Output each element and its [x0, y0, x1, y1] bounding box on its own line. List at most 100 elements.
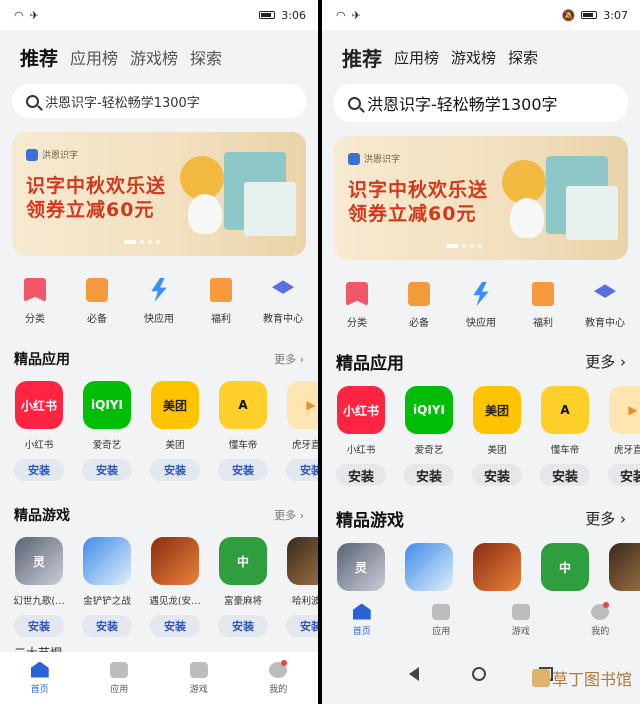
search-input[interactable] [45, 93, 285, 109]
install-button[interactable]: 安装 [218, 459, 268, 481]
quick-essential[interactable]: 必备 [67, 278, 127, 325]
xiaohongshu-icon: 小红书 [15, 381, 63, 429]
promo-banner[interactable]: 洪恩识字 识字中秋欢乐送 领券立减60元 [334, 136, 628, 260]
search-icon [26, 94, 39, 108]
app-card[interactable]: 美团 美团 安装 [472, 386, 522, 486]
tab-recommend[interactable]: 推荐 [20, 44, 58, 71]
gamepad-icon [189, 661, 208, 678]
install-button[interactable]: 安装 [286, 615, 318, 637]
more-link[interactable]: 更多 › [274, 351, 304, 367]
section-title: 精品应用 [336, 354, 404, 374]
tab-game-chart[interactable]: 游戏榜 [130, 45, 178, 69]
quick-category[interactable]: 分类 [327, 282, 387, 329]
app-card[interactable]: A 懂车帝 安装 [540, 386, 590, 486]
install-button[interactable]: 安装 [150, 459, 200, 481]
wifi-icon: ◠ [336, 8, 346, 22]
install-button[interactable]: 安装 [150, 615, 200, 637]
game-card[interactable]: 遇见龙(安… 安装 [149, 537, 201, 637]
watermark-logo-icon [531, 669, 550, 687]
nav-apps[interactable]: 应用 [110, 661, 129, 695]
app-card[interactable]: A 懂车帝 安装 [218, 381, 268, 481]
tab-game-chart[interactable]: 游戏榜 [451, 47, 496, 68]
game-card[interactable]: 中富豪麻将 安装 [218, 537, 268, 637]
tab-app-chart[interactable]: 应用榜 [70, 45, 118, 69]
status-bar: ◠ ✈ 3:06 [0, 0, 318, 30]
apps-row: 小红书小红书安装 iQIYI爱奇艺安装 美团美团安装 A懂车帝安装 ▶虎牙直播安… [322, 386, 640, 486]
game-card[interactable]: 灵幻世九歌(… 安装 [13, 537, 65, 637]
games-section-header: 精品游戏 更多 › [0, 505, 318, 525]
install-button[interactable]: 安装 [218, 615, 268, 637]
app-card[interactable]: 美团 美团 安装 [150, 381, 200, 481]
install-button[interactable]: 安装 [540, 464, 590, 486]
mahjong-icon: 中 [219, 537, 267, 585]
quick-welfare[interactable]: 福利 [191, 278, 251, 325]
app-card[interactable]: ▶虎牙直播安装 [608, 386, 640, 486]
quick-fastapp[interactable]: 快应用 [129, 278, 189, 325]
install-button[interactable]: 安装 [404, 464, 454, 486]
search-input[interactable] [367, 93, 607, 113]
graduation-cap-icon [272, 280, 294, 294]
quick-entries: 分类 必备 快应用 福利 教育中心 [0, 278, 318, 325]
gift-icon [532, 282, 554, 306]
install-button[interactable]: 安装 [336, 464, 386, 486]
more-link[interactable]: 更多 › [585, 351, 626, 372]
bag-icon [408, 282, 430, 306]
game-icon [287, 537, 318, 585]
right-screenshot: ◠ ✈ 🔕 3:07 推荐 应用榜 游戏榜 探索 洪恩识字 识字中秋欢乐送领券立减6… [322, 0, 640, 704]
battery-icon [581, 11, 598, 19]
promo-banner[interactable]: 洪恩识字 识字中秋欢乐送 领券立减60元 [12, 132, 306, 256]
install-button[interactable]: 安装 [82, 615, 132, 637]
bag-icon [432, 603, 451, 620]
nav-games[interactable]: 游戏 [189, 661, 208, 695]
brand-logo-icon [348, 152, 360, 165]
app-card[interactable]: ▶虎牙直播安装 [286, 381, 318, 481]
nav-me[interactable]: 我的 [591, 601, 610, 637]
back-icon[interactable] [408, 667, 419, 681]
more-link[interactable]: 更多 › [274, 507, 304, 523]
home-icon [30, 661, 49, 678]
game-card[interactable]: 金铲铲之战 安装 [82, 537, 132, 637]
meituan-icon: 美团 [151, 381, 199, 429]
nav-home[interactable]: 首页 [352, 603, 371, 637]
install-button[interactable]: 安装 [14, 615, 64, 637]
nav-home[interactable]: 首页 [30, 661, 49, 695]
tab-explore[interactable]: 探索 [190, 45, 222, 69]
quick-essential[interactable]: 必备 [389, 282, 449, 329]
more-link[interactable]: 更多 › [585, 508, 626, 529]
quick-welfare[interactable]: 福利 [513, 282, 573, 329]
install-button[interactable]: 安装 [14, 459, 64, 481]
install-button[interactable]: 安装 [608, 464, 640, 486]
quick-education[interactable]: 教育中心 [253, 278, 313, 325]
tab-explore[interactable]: 探索 [508, 47, 538, 68]
book-box-illustration [566, 186, 618, 240]
search-bar[interactable] [334, 84, 628, 122]
gift-icon [210, 278, 232, 302]
quick-education[interactable]: 教育中心 [575, 282, 635, 329]
app-card[interactable]: iQIYI 爱奇艺 安装 [404, 386, 454, 486]
game-card[interactable]: 哈利波特安装 [286, 537, 318, 637]
app-card[interactable]: 小红书 小红书 安装 [336, 386, 386, 486]
app-card[interactable]: iQIYI 爱奇艺 安装 [82, 381, 132, 481]
clock: 3:06 [281, 8, 306, 22]
nav-me[interactable]: 我的 [269, 659, 288, 695]
iqiyi-icon: iQIYI [83, 381, 131, 429]
game-icon: 灵 [15, 537, 63, 585]
nav-games[interactable]: 游戏 [511, 603, 530, 637]
install-button[interactable]: 安装 [286, 459, 318, 481]
quick-fastapp[interactable]: 快应用 [451, 282, 511, 329]
quick-category[interactable]: 分类 [5, 278, 65, 325]
app-card[interactable]: 小红书 小红书 安装 [14, 381, 64, 481]
nav-apps[interactable]: 应用 [432, 603, 451, 637]
install-button[interactable]: 安装 [472, 464, 522, 486]
brand-logo-icon [26, 148, 38, 161]
install-button[interactable]: 安装 [82, 459, 132, 481]
watermark: 草丁图书馆 [531, 666, 632, 690]
bookmark-icon [24, 278, 46, 302]
tab-app-chart[interactable]: 应用榜 [394, 47, 439, 68]
tab-recommend[interactable]: 推荐 [342, 43, 382, 72]
search-bar[interactable] [12, 84, 306, 118]
home-circle-icon[interactable] [471, 667, 486, 681]
airplane-icon: ✈ [29, 8, 39, 22]
home-icon [352, 603, 371, 620]
bag-icon [110, 661, 129, 678]
